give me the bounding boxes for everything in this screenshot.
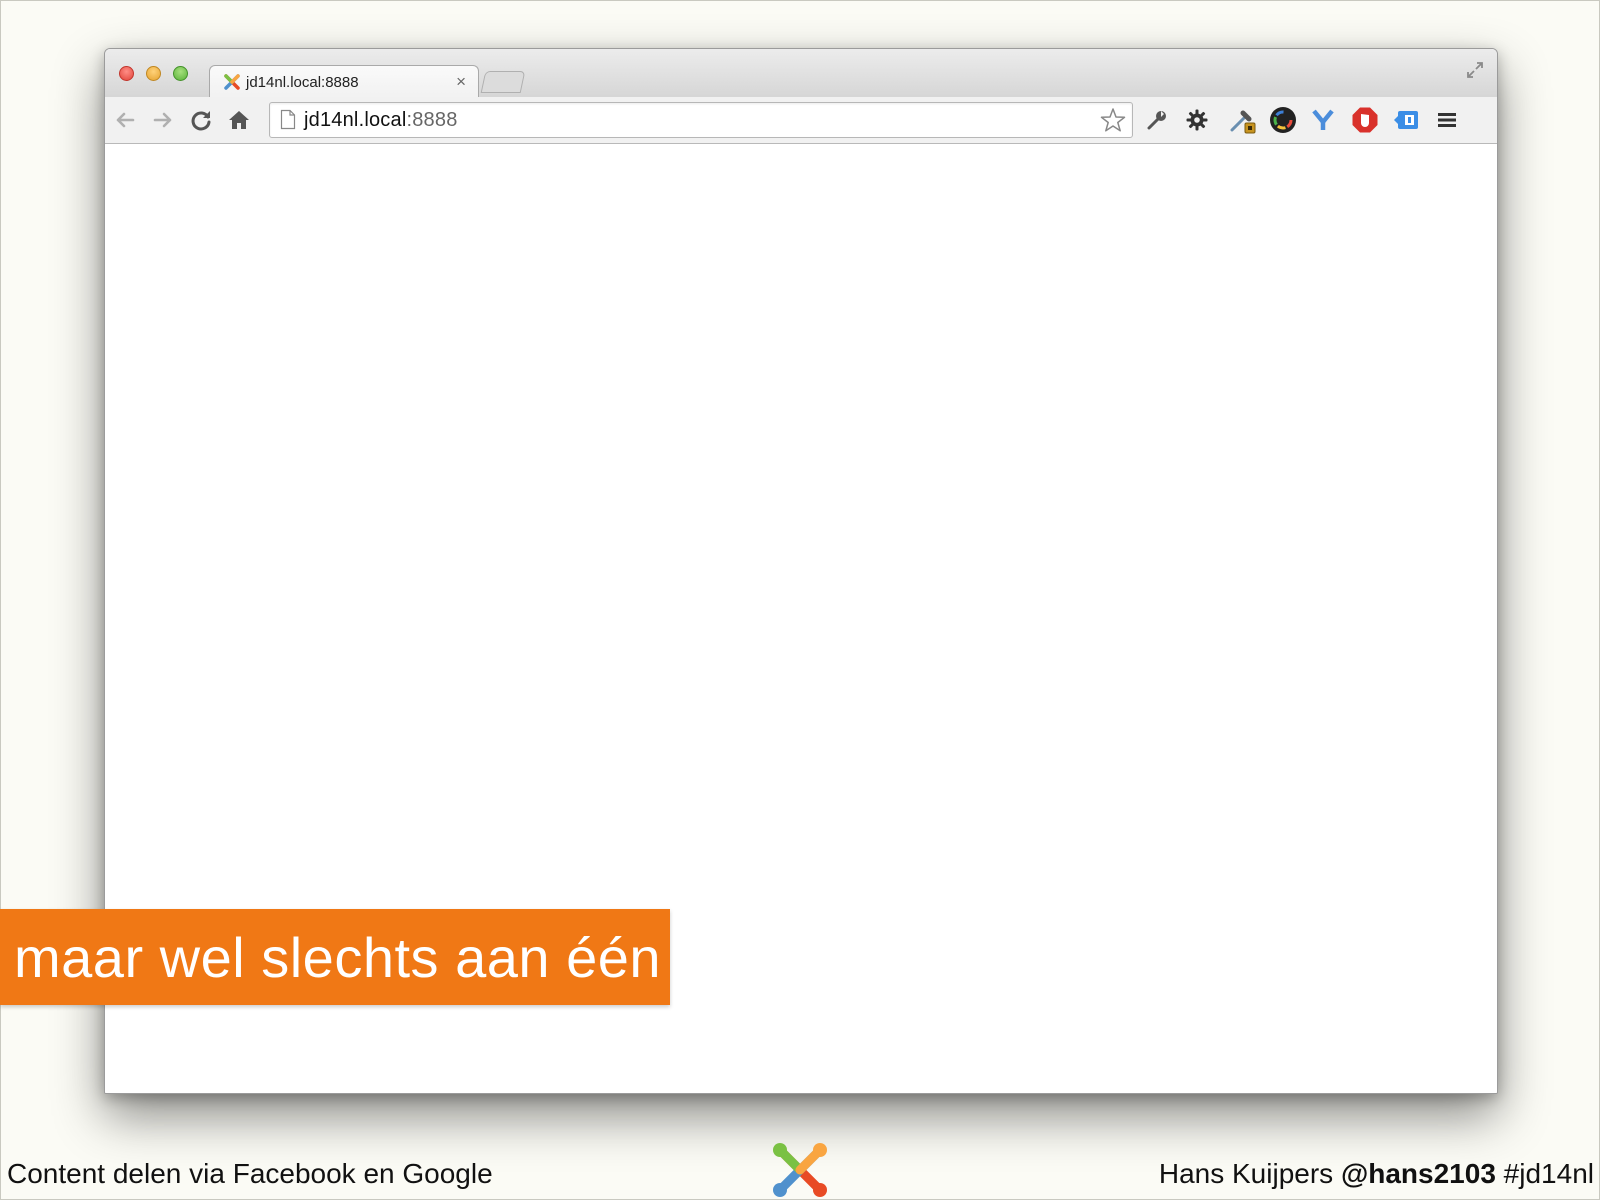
browser-toolbar: jd14nl.local:8888 [105, 97, 1497, 144]
caption-text: maar wel slechts aan één [14, 926, 662, 989]
new-tab-button[interactable] [480, 71, 526, 93]
gear-icon[interactable] [1185, 108, 1209, 132]
bookmark-star-icon[interactable] [1100, 107, 1126, 133]
close-window-button[interactable] [119, 66, 134, 81]
footer-title: Content delen via Facebook en Google [7, 1158, 493, 1189]
color-wheel-icon[interactable] [1269, 106, 1297, 134]
browser-tab[interactable]: jd14nl.local:8888 × [209, 65, 479, 99]
y-slow-icon[interactable] [1311, 108, 1335, 132]
footer-hashtag: #jd14nl [1495, 1158, 1594, 1189]
menu-icon[interactable] [1435, 108, 1459, 132]
url-text[interactable]: jd14nl.local:8888 [304, 109, 458, 132]
extension-blue-icon[interactable] [1393, 106, 1421, 134]
tab-title: jd14nl.local:8888 [246, 74, 359, 91]
home-icon[interactable] [227, 108, 251, 132]
footer-credits: Hans Kuijpers @hans2103 #jd14nl [1159, 1158, 1594, 1190]
back-arrow-icon[interactable] [113, 108, 137, 132]
caption-banner: maar wel slechts aan één [0, 909, 670, 1005]
url-host: jd14nl.local [304, 109, 407, 131]
joomla-favicon-icon [224, 74, 240, 90]
joomla-logo-icon [773, 1143, 827, 1197]
footer-handle: @hans2103 [1340, 1158, 1496, 1189]
maximize-window-button[interactable] [173, 66, 188, 81]
reload-icon[interactable] [189, 108, 213, 132]
page-icon [280, 109, 296, 130]
address-bar[interactable]: jd14nl.local:8888 [269, 102, 1133, 138]
tab-close-icon[interactable]: × [456, 72, 466, 92]
fullscreen-icon[interactable] [1465, 60, 1485, 80]
eyedropper-icon[interactable] [1227, 105, 1257, 135]
title-bar: jd14nl.local:8888 × [105, 49, 1497, 99]
url-port: :8888 [406, 109, 458, 131]
footer-author: Hans Kuijpers [1158, 1158, 1341, 1189]
wrench-icon[interactable] [1145, 108, 1169, 132]
forward-arrow-icon[interactable] [151, 108, 175, 132]
adblock-icon[interactable] [1351, 106, 1379, 134]
minimize-window-button[interactable] [146, 66, 161, 81]
